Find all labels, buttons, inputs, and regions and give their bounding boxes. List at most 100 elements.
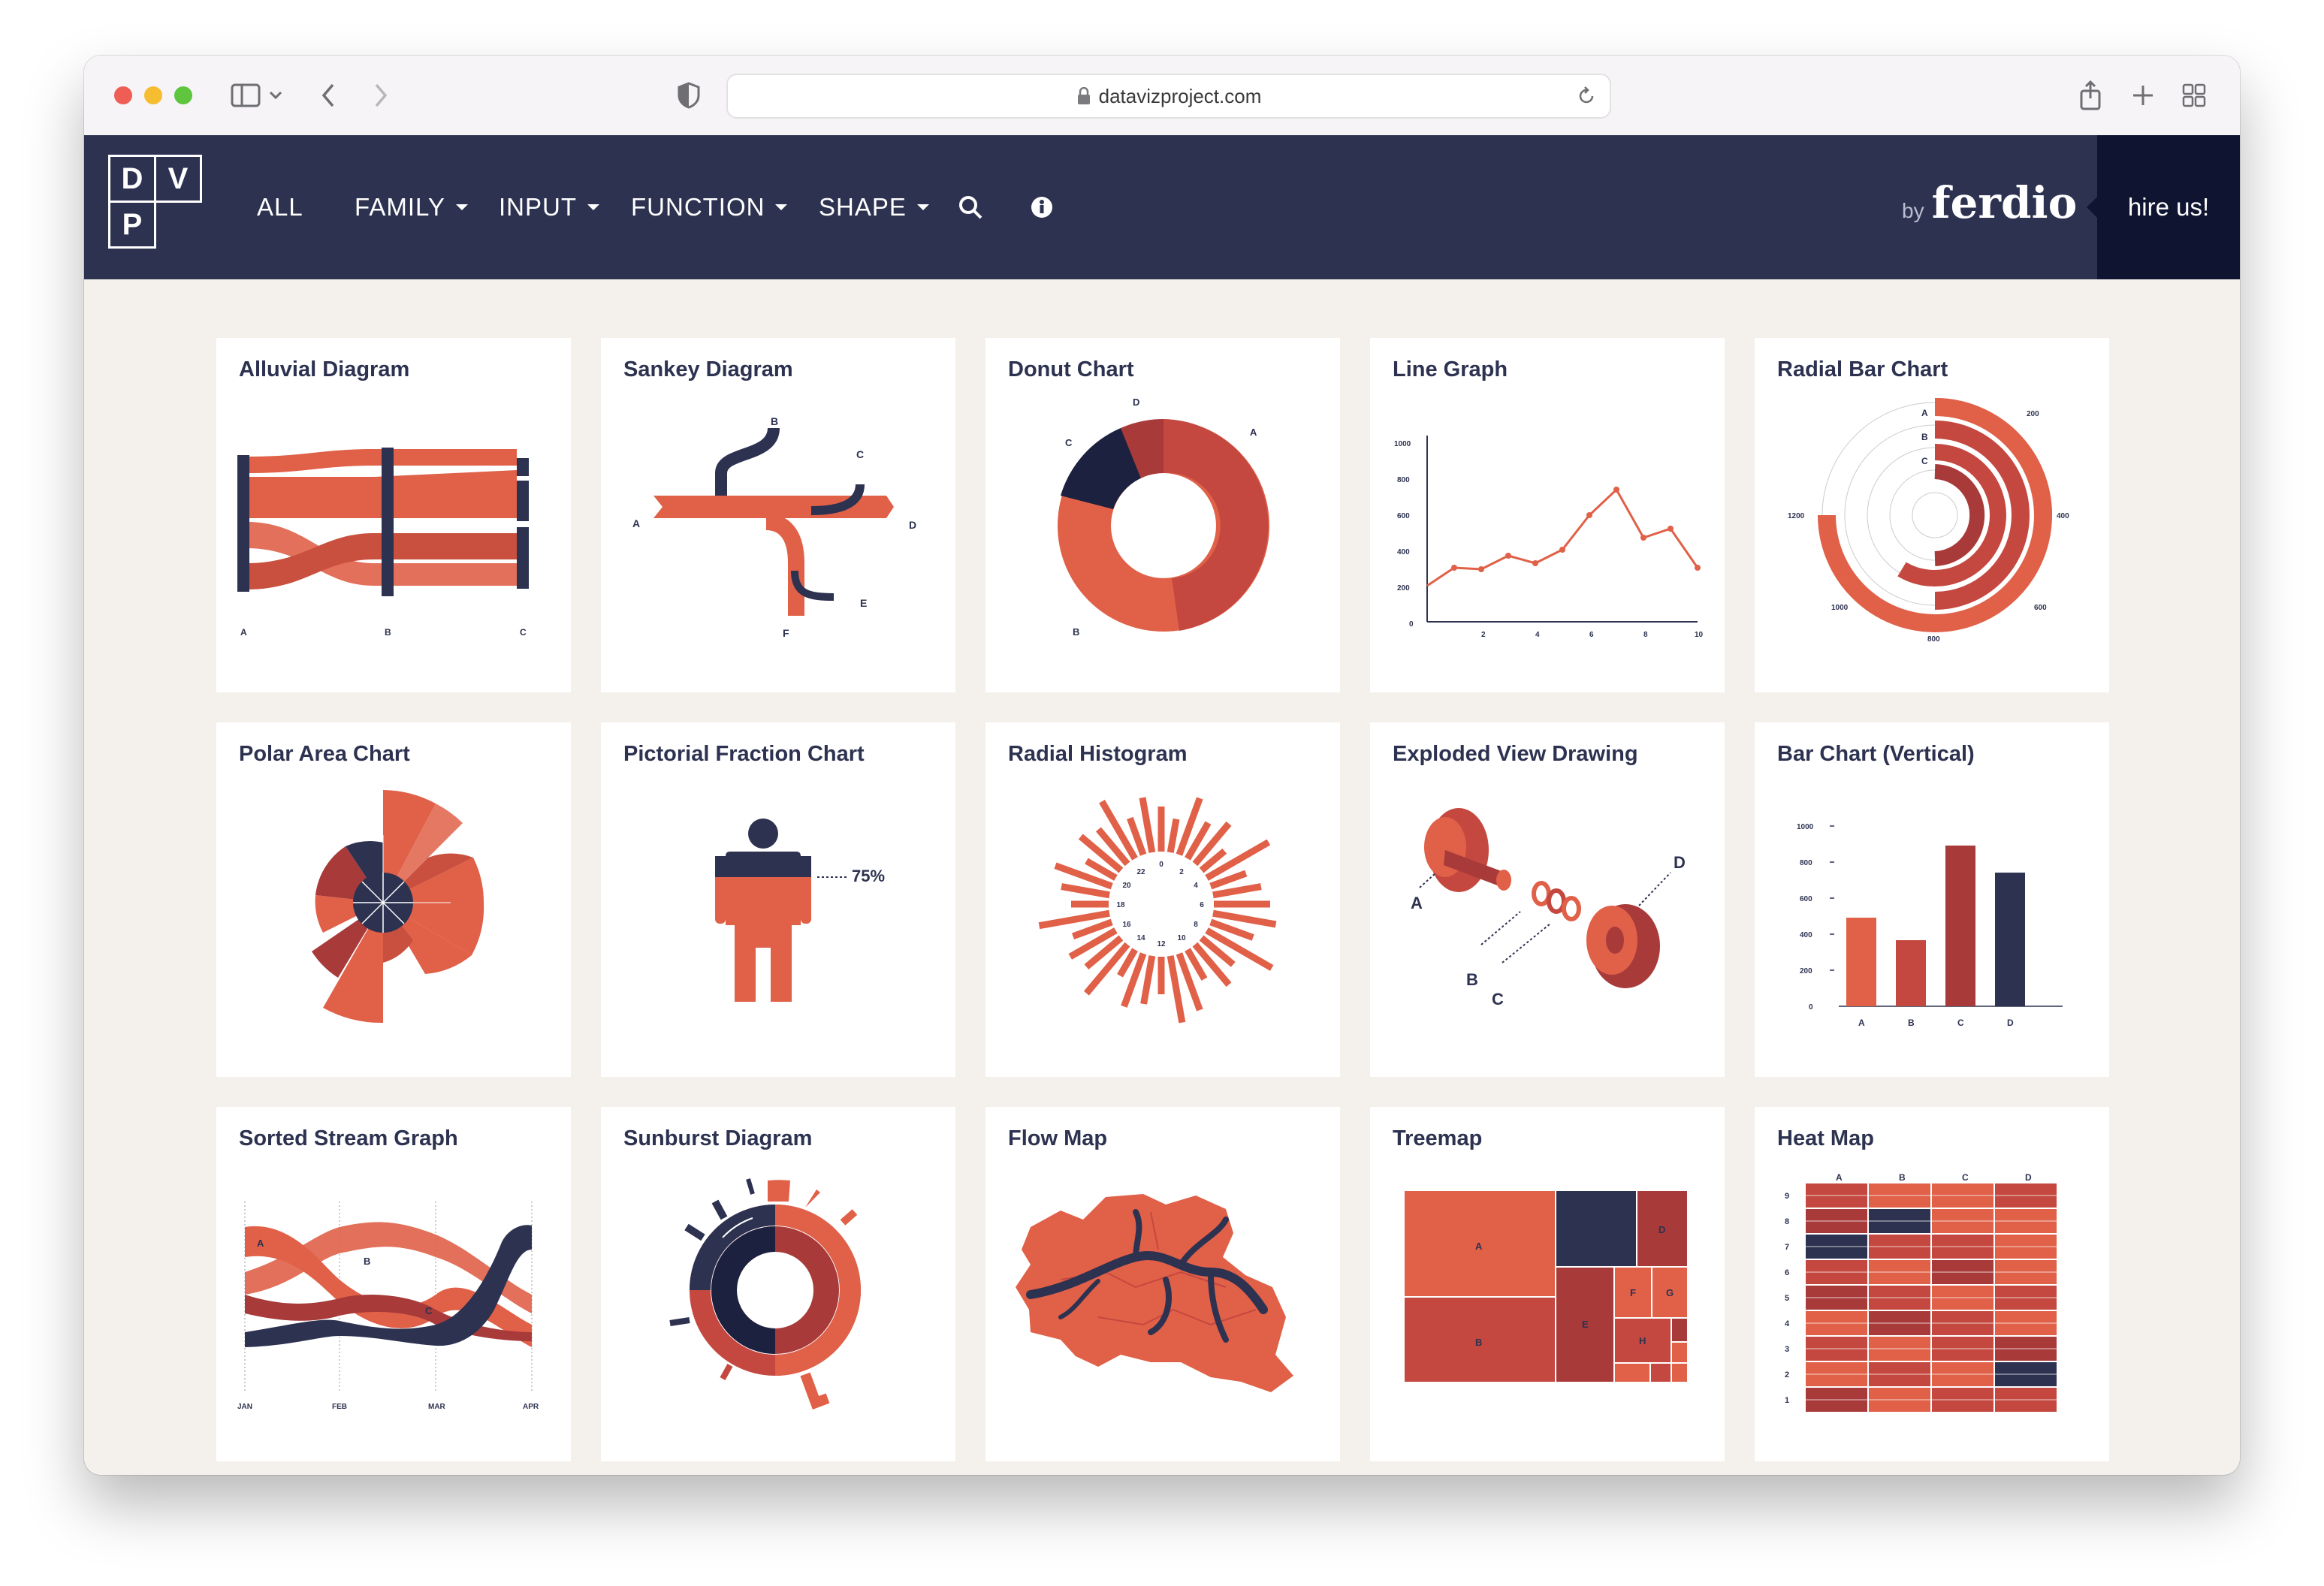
nav-function-label: FUNCTION xyxy=(631,193,765,221)
card-donut-chart[interactable]: Donut Chart A B C D xyxy=(985,338,1340,692)
x-tick: FEB xyxy=(332,1403,347,1411)
search-icon[interactable] xyxy=(958,188,982,227)
card-sunburst-diagram[interactable]: Sunburst Diagram xyxy=(601,1107,955,1461)
dvp-logo[interactable]: D V P xyxy=(108,155,210,257)
x-tick: D xyxy=(2007,1018,2014,1028)
row-label: 3 xyxy=(1785,1345,1789,1354)
hour-label: 16 xyxy=(1122,921,1131,929)
logo-letter-p: P xyxy=(108,201,156,249)
sankey-diagram-illustration: A B C D E F xyxy=(632,415,916,639)
stream-label: C xyxy=(425,1305,433,1316)
card-radial-bar-chart[interactable]: Radial Bar Chart A B C 200 400 600 800 1… xyxy=(1755,338,2109,692)
chevron-down-icon[interactable] xyxy=(264,77,287,114)
nav-function[interactable]: FUNCTION xyxy=(631,188,788,227)
shield-icon[interactable] xyxy=(670,77,708,114)
card-exploded-view-drawing[interactable]: Exploded View Drawing A B C D xyxy=(1370,722,1725,1077)
hour-label: 12 xyxy=(1157,940,1166,948)
card-alluvial-diagram[interactable]: Alluvial Diagram A B C xyxy=(216,338,571,692)
card-treemap[interactable]: Treemap A B C D E F G H xyxy=(1370,1107,1725,1461)
histogram-bar xyxy=(1167,818,1180,853)
hour-label: 10 xyxy=(1177,934,1186,942)
x-tick: A xyxy=(1858,1018,1865,1028)
new-tab-icon[interactable] xyxy=(2124,77,2162,114)
card-line-graph[interactable]: Line Graph 1000 800 600 400 200 0 2 4 6 … xyxy=(1370,338,1725,692)
node-label: B xyxy=(771,415,778,427)
row-label: 9 xyxy=(1785,1192,1789,1201)
part-label: A xyxy=(1411,894,1423,912)
exploded-view-illustration: A B C D xyxy=(1411,808,1686,1009)
card-radial-histogram[interactable]: Radial Histogram 0 2 4 6 8 10 12 14 16 1… xyxy=(985,722,1340,1077)
card-sorted-stream-graph[interactable]: Sorted Stream Graph A B C D JAN FEB MAR … xyxy=(216,1107,571,1461)
caret-down-icon xyxy=(587,204,599,210)
nav-input[interactable]: INPUT xyxy=(499,188,599,227)
card-pictorial-fraction-chart[interactable]: Pictorial Fraction Chart 75% xyxy=(601,722,955,1077)
y-tick: 400 xyxy=(1800,931,1812,939)
ring-tick: 200 xyxy=(2027,410,2039,418)
ferdio-logo: ferdio xyxy=(1931,177,2078,228)
cell-label: C xyxy=(1592,1224,1600,1235)
y-tick: 800 xyxy=(1800,859,1812,867)
axis-label: A xyxy=(240,627,247,638)
y-tick: 0 xyxy=(1809,1003,1813,1012)
slice-label: A xyxy=(1250,427,1257,438)
by-label: by xyxy=(1902,199,1924,222)
histogram-bar xyxy=(1212,883,1262,899)
radial-histogram-illustration: 0 2 4 6 8 10 12 14 16 18 20 22 xyxy=(1038,797,1277,1024)
by-ferdio-link[interactable]: by ferdio xyxy=(1902,177,2077,228)
hire-us-button[interactable]: hire us! xyxy=(2087,135,2240,279)
minimize-window-button[interactable] xyxy=(144,86,162,104)
logo-letter-v: V xyxy=(154,155,202,203)
card-heat-map[interactable]: Heat Map A B C D 987654321 xyxy=(1755,1107,2109,1461)
column-label: A xyxy=(1836,1172,1843,1183)
back-arrow-icon[interactable] xyxy=(309,77,347,114)
stream-label: D xyxy=(514,1241,521,1252)
caret-down-icon xyxy=(775,204,788,210)
address-bar[interactable]: datavizproject.com xyxy=(726,74,1611,119)
zoom-window-button[interactable] xyxy=(174,86,192,104)
bar-label: C xyxy=(1921,456,1928,466)
row-label: 4 xyxy=(1785,1319,1790,1328)
column-label: D xyxy=(2025,1172,2032,1183)
donut-chart-illustration: A B C D xyxy=(1058,396,1269,638)
close-window-button[interactable] xyxy=(114,86,132,104)
reload-icon[interactable] xyxy=(1577,86,1596,106)
line-graph-illustration: 1000 800 600 400 200 0 2 4 6 8 10 xyxy=(1394,436,1704,639)
site-navbar: D V P ALL FAMILY INPUT FUNCTION SHAPE by… xyxy=(84,135,2240,279)
axis-label: B xyxy=(385,627,391,638)
y-tick: 600 xyxy=(1800,895,1812,903)
cell-label: H xyxy=(1639,1335,1646,1346)
y-tick: 1000 xyxy=(1797,823,1814,831)
card-flow-map[interactable]: Flow Map xyxy=(985,1107,1340,1461)
part-label: C xyxy=(1492,990,1504,1009)
info-icon[interactable] xyxy=(1031,188,1053,227)
card-polar-area-chart[interactable]: Polar Area Chart xyxy=(216,722,571,1077)
row-label: 8 xyxy=(1785,1217,1789,1226)
browser-titlebar: datavizproject.com xyxy=(84,56,2240,136)
x-tick: 2 xyxy=(1481,631,1486,639)
fraction-value: 75% xyxy=(852,867,885,885)
tab-overview-icon[interactable] xyxy=(2175,77,2213,114)
forward-arrow-icon[interactable] xyxy=(362,77,400,114)
y-tick: 400 xyxy=(1397,548,1410,556)
hour-label: 14 xyxy=(1136,934,1145,942)
share-icon[interactable] xyxy=(2072,77,2109,114)
nav-all[interactable]: ALL xyxy=(257,188,303,227)
card-sankey-diagram[interactable]: Sankey Diagram A B C D E F xyxy=(601,338,955,692)
node-label: C xyxy=(856,448,864,460)
nav-family[interactable]: FAMILY xyxy=(355,188,468,227)
hour-label: 6 xyxy=(1200,901,1204,909)
bar-chart-illustration: 1000 800 600 400 200 0 A B C D xyxy=(1797,823,2063,1028)
card-bar-chart-vertical[interactable]: Bar Chart (Vertical) 1000 800 600 400 20… xyxy=(1755,722,2109,1077)
row-label: 5 xyxy=(1785,1294,1789,1303)
nav-shape[interactable]: SHAPE xyxy=(819,188,929,227)
sidebar-toggle-icon[interactable] xyxy=(227,77,264,114)
axis-label: C xyxy=(520,627,527,638)
stream-graph-illustration: A B C D JAN FEB MAR APR xyxy=(237,1202,539,1411)
radial-bar-chart-illustration: A B C 200 400 600 800 1000 1200 xyxy=(1788,398,2069,644)
polar-area-chart-illustration xyxy=(312,790,484,1024)
ring-tick: 600 xyxy=(2034,604,2047,612)
cell-label: A xyxy=(1475,1241,1483,1252)
url-text: datavizproject.com xyxy=(1098,84,1262,107)
x-tick: APR xyxy=(523,1403,539,1411)
node-label: A xyxy=(632,517,640,529)
